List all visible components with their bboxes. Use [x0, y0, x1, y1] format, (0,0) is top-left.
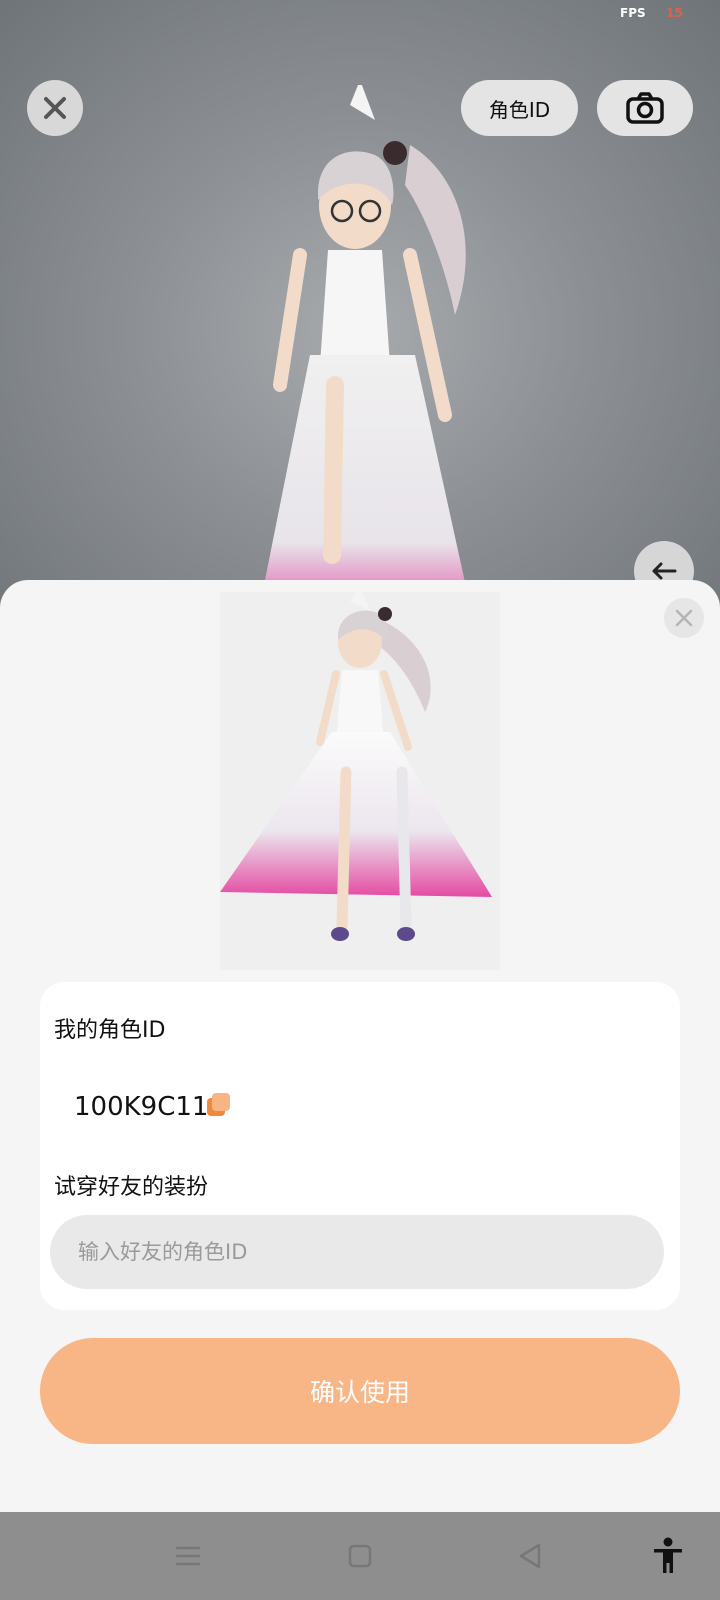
my-role-id-value: 100K9C11 — [74, 1092, 209, 1122]
confirm-button-label: 确认使用 — [309, 1378, 410, 1407]
camera-icon — [626, 92, 664, 124]
close-icon — [675, 609, 693, 627]
role-id-button[interactable]: 角色ID — [461, 80, 578, 136]
menu-icon — [175, 1546, 201, 1566]
back-arrow-icon — [652, 562, 677, 580]
back-icon — [519, 1543, 541, 1569]
friend-role-id-input[interactable] — [50, 1215, 664, 1289]
copy-icon[interactable] — [206, 1092, 232, 1118]
nav-accessibility-button[interactable] — [648, 1536, 688, 1576]
fps-value: 15 — [666, 6, 683, 20]
role-id-button-label: 角色ID — [488, 97, 551, 122]
close-icon — [44, 97, 66, 119]
accessibility-icon — [654, 1537, 682, 1573]
role-id-sheet: 我的角色ID 100K9C11 试穿好友的装扮 确认使用 — [0, 580, 720, 1512]
home-icon — [348, 1544, 372, 1568]
character-model — [261, 85, 469, 600]
close-scene-button[interactable] — [27, 80, 83, 136]
nav-back-button[interactable] — [510, 1536, 550, 1576]
my-role-id-label: 我的角色ID — [54, 1018, 166, 1043]
system-nav-bar — [0, 1512, 720, 1600]
confirm-button[interactable]: 确认使用 — [40, 1338, 680, 1444]
nav-menu-button[interactable] — [168, 1536, 208, 1576]
try-friend-outfit-label: 试穿好友的装扮 — [54, 1175, 209, 1200]
character-scene: FPS 15 角色ID — [0, 0, 720, 600]
fps-label: FPS — [620, 6, 646, 20]
character-preview — [220, 587, 492, 941]
sheet-close-button[interactable] — [664, 598, 704, 638]
role-id-card: 我的角色ID 100K9C11 试穿好友的装扮 — [40, 982, 680, 1310]
nav-home-button[interactable] — [340, 1536, 380, 1576]
outfit-preview-image — [220, 587, 500, 970]
camera-button[interactable] — [597, 80, 693, 136]
